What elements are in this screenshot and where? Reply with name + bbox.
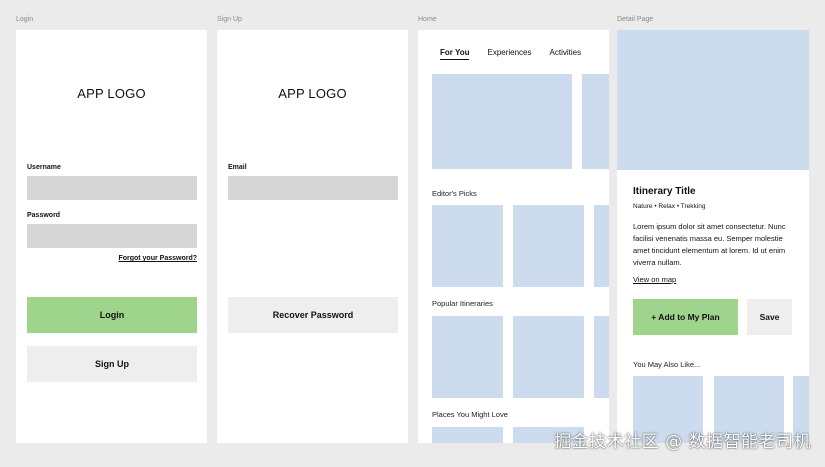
itinerary-description: Lorem ipsum dolor sit amet consectetur. … xyxy=(633,222,786,267)
tab-experiences[interactable]: Experiences xyxy=(487,48,531,60)
itinerary-tags: Nature • Relax • Trekking xyxy=(633,203,706,210)
section-title-also-like: You May Also Like... xyxy=(633,360,701,369)
editors-pick-card[interactable] xyxy=(594,205,609,287)
itinerary-title: Itinerary Title xyxy=(633,186,696,197)
featured-image[interactable] xyxy=(432,74,572,169)
login-button[interactable]: Login xyxy=(27,297,197,333)
password-label: Password xyxy=(27,212,61,219)
canvas: Login Sign Up Home Detail Page APP LOGO … xyxy=(0,0,825,467)
frame-label-login: Login xyxy=(16,16,34,23)
home-frame: For You Experiences Activities Editor's … xyxy=(418,30,609,443)
home-tabs: For You Experiences Activities xyxy=(440,48,599,60)
email-label: Email xyxy=(228,164,247,171)
save-button[interactable]: Save xyxy=(747,299,792,335)
itinerary-card[interactable] xyxy=(594,316,609,398)
editors-pick-card[interactable] xyxy=(513,205,584,287)
section-title-editors-picks: Editor's Picks xyxy=(432,189,477,198)
watermark: 掘金技术社区 @ 数据智能老司机 xyxy=(554,432,811,452)
recover-password-button[interactable]: Recover Password xyxy=(228,297,398,333)
place-card[interactable] xyxy=(432,427,503,443)
itinerary-card[interactable] xyxy=(432,316,503,398)
add-to-plan-button[interactable]: + Add to My Plan xyxy=(633,299,738,335)
section-title-places: Places You Might Love xyxy=(432,410,508,419)
editors-pick-card[interactable] xyxy=(432,205,503,287)
signup-button[interactable]: Sign Up xyxy=(27,346,197,382)
app-logo: APP LOGO xyxy=(77,86,146,101)
itinerary-card[interactable] xyxy=(513,316,584,398)
username-input[interactable] xyxy=(27,176,197,200)
detail-frame: Itinerary Title Nature • Relax • Trekkin… xyxy=(617,30,809,443)
tab-activities[interactable]: Activities xyxy=(550,48,582,60)
email-input[interactable] xyxy=(228,176,398,200)
login-frame: APP LOGO Username Password Forgot your P… xyxy=(16,30,207,443)
app-logo: APP LOGO xyxy=(278,86,347,101)
featured-image[interactable] xyxy=(582,74,609,169)
section-title-popular-itineraries: Popular Itineraries xyxy=(432,299,493,308)
hero-image xyxy=(617,30,809,170)
tab-for-you[interactable]: For You xyxy=(440,48,470,60)
frame-label-home: Home xyxy=(418,16,437,23)
frame-label-detail: Detail Page xyxy=(617,16,654,23)
forgot-password-link[interactable]: Forgot your Password? xyxy=(118,255,197,262)
signup-frame: APP LOGO Email Recover Password xyxy=(217,30,408,443)
frame-label-signup: Sign Up xyxy=(217,16,242,23)
username-label: Username xyxy=(27,164,61,171)
view-on-map-link[interactable]: View on map xyxy=(633,275,676,284)
password-input[interactable] xyxy=(27,224,197,248)
